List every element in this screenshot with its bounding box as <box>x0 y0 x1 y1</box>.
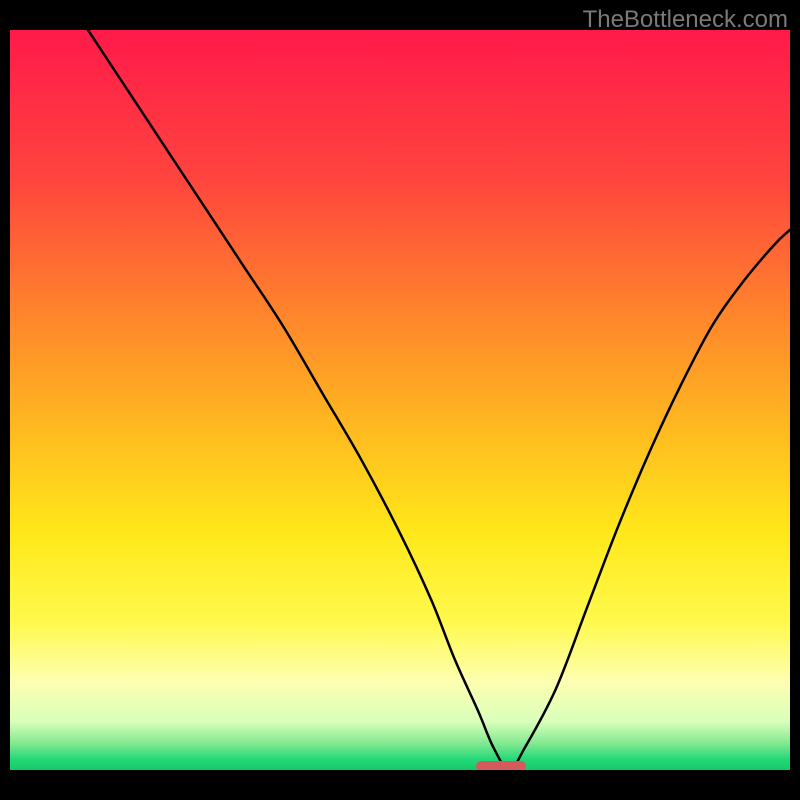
plot-area <box>10 30 790 770</box>
chart-frame <box>10 30 790 790</box>
curve-layer <box>10 30 790 770</box>
watermark-text: TheBottleneck.com <box>583 6 788 34</box>
optimal-marker <box>476 761 526 770</box>
bottleneck-curve <box>88 30 790 770</box>
